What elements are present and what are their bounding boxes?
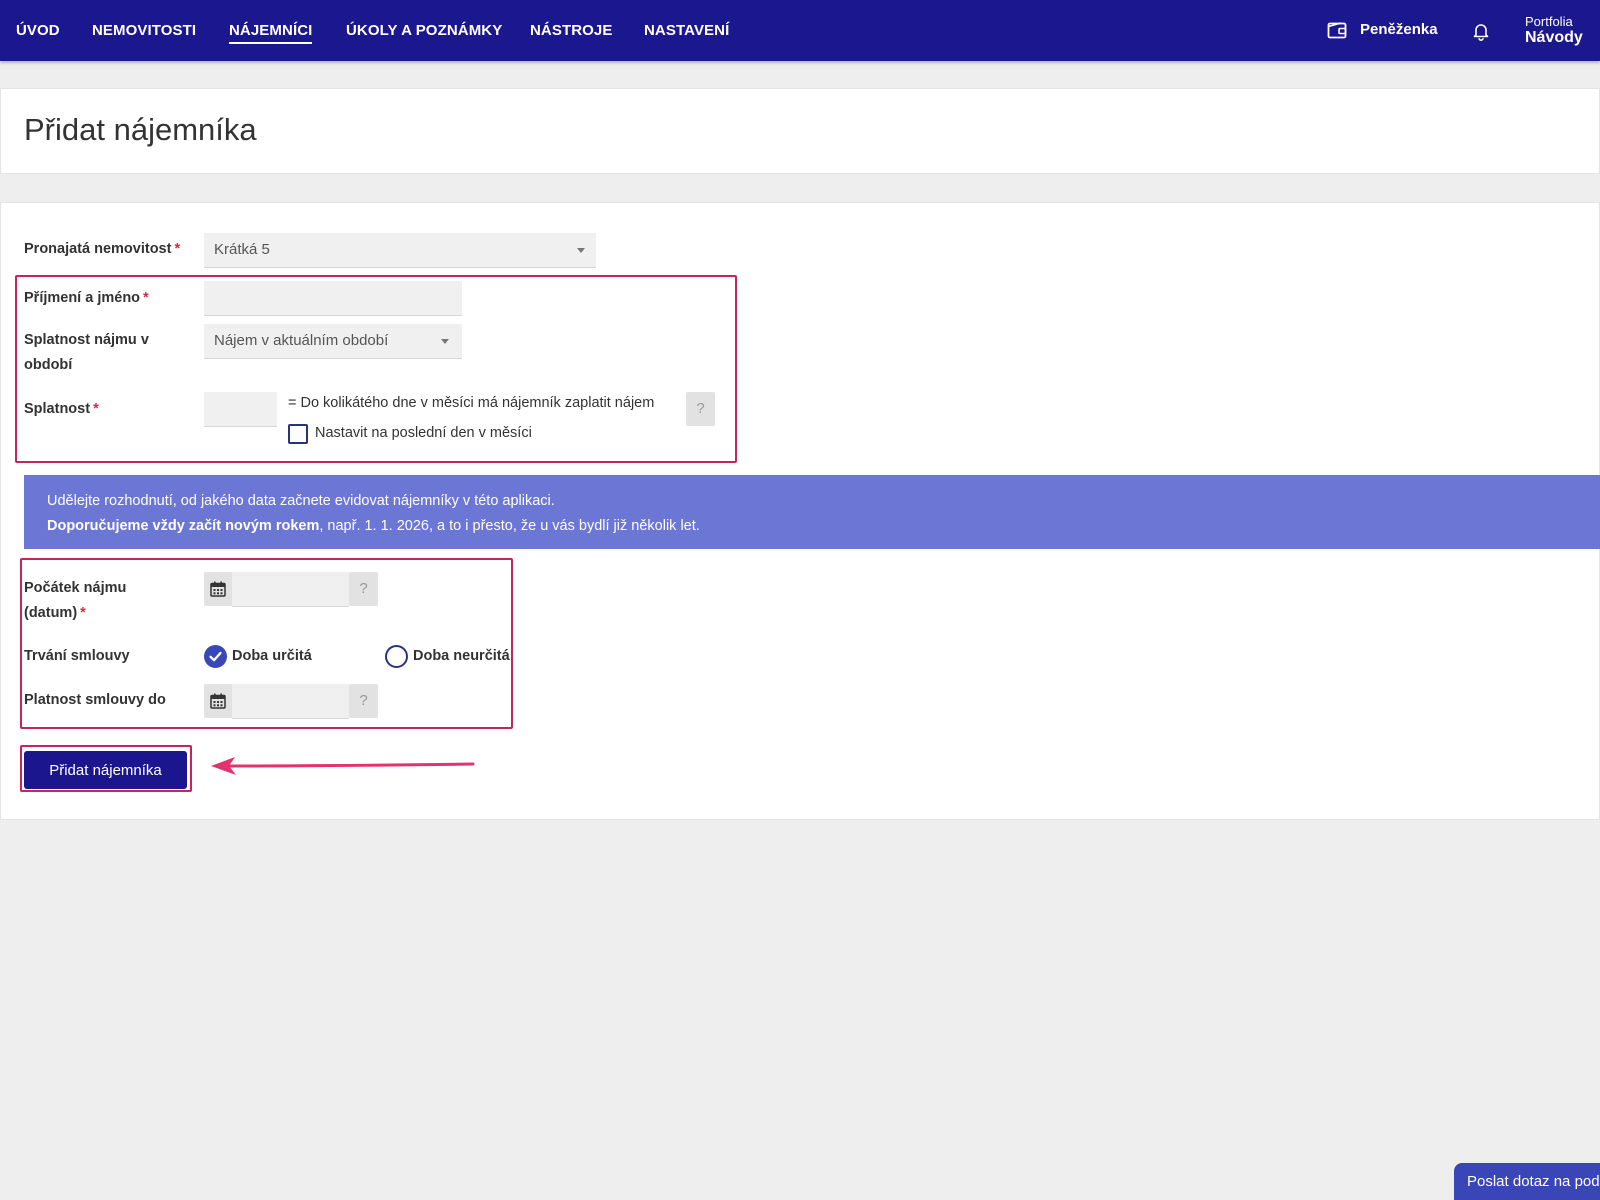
start-date-label-line1: Počátek nájmu bbox=[24, 580, 127, 596]
portfolio-caption: Portfolia bbox=[1525, 14, 1573, 29]
nav-item-nastaveni[interactable]: NASTAVENÍ bbox=[644, 22, 729, 39]
due-period-label: Splatnost nájmu v období bbox=[24, 332, 149, 373]
wallet-icon[interactable] bbox=[1327, 20, 1347, 40]
nav-item-nemovitosti[interactable]: NEMOVITOSTI bbox=[92, 22, 196, 39]
property-label-text: Pronajatá nemovitost bbox=[24, 241, 172, 257]
page-header-card: Přidat nájemníka bbox=[0, 88, 1600, 174]
valid-until-input[interactable] bbox=[232, 684, 349, 719]
name-label: Příjmení a jméno * bbox=[24, 286, 149, 311]
start-date-help-button[interactable]: ? bbox=[349, 572, 378, 606]
page-title: Přidat nájemníka bbox=[24, 112, 257, 147]
valid-until-label: Platnost smlouvy do bbox=[24, 692, 166, 708]
due-period-select-value: Nájem v aktuálním období bbox=[214, 332, 389, 349]
last-day-checkbox[interactable] bbox=[288, 424, 308, 444]
start-date-calendar-button[interactable] bbox=[204, 572, 232, 606]
required-mark: * bbox=[93, 401, 99, 417]
nav-item-najemnici[interactable]: NÁJEMNÍCI bbox=[229, 22, 313, 44]
top-navigation-bar: ÚVOD NEMOVITOSTI NÁJEMNÍCI ÚKOLY A POZNÁ… bbox=[0, 0, 1600, 61]
due-day-label: Splatnost * bbox=[24, 397, 99, 422]
due-day-input[interactable] bbox=[204, 392, 277, 427]
property-label: Pronajatá nemovitost * bbox=[24, 237, 180, 262]
portfolio-name: Návody bbox=[1525, 29, 1583, 46]
due-day-help-button[interactable]: ? bbox=[686, 392, 715, 426]
due-period-select[interactable]: Nájem v aktuálním období bbox=[204, 324, 462, 359]
due-day-label-text: Splatnost bbox=[24, 401, 91, 417]
required-mark: * bbox=[80, 605, 86, 621]
name-label-text: Příjmení a jméno bbox=[24, 290, 141, 306]
start-date-label: Počátek nájmu (datum) * bbox=[24, 576, 126, 626]
last-day-checkbox-label: Nastavit na poslední den v měsíci bbox=[315, 425, 532, 441]
calendar-icon bbox=[210, 581, 226, 597]
start-date-input[interactable] bbox=[232, 572, 349, 607]
property-select-value: Krátká 5 bbox=[214, 241, 270, 258]
info-banner-emphasis: Doporučujeme vždy začít novým rokem bbox=[47, 518, 320, 534]
due-day-hint: = Do kolikátého dne v měsíci má nájemník… bbox=[288, 395, 655, 411]
nav-item-uvod[interactable]: ÚVOD bbox=[16, 22, 60, 39]
info-banner-line1: Udělejte rozhodnutí, od jakého data začn… bbox=[47, 493, 555, 509]
wallet-link[interactable]: Peněženka bbox=[1360, 21, 1438, 38]
valid-until-calendar-button[interactable] bbox=[204, 684, 232, 718]
valid-until-help-button[interactable]: ? bbox=[349, 684, 378, 718]
radio-indefinite-term-label[interactable]: Doba neurčitá bbox=[413, 644, 510, 669]
property-select[interactable]: Krátká 5 bbox=[204, 233, 596, 268]
bell-icon[interactable] bbox=[1471, 21, 1491, 41]
portfolio-switcher[interactable]: Portfolia Návody bbox=[1525, 14, 1583, 46]
radio-fixed-term[interactable] bbox=[204, 645, 227, 668]
info-banner-line2-rest: , např. 1. 1. 2026, a to i přesto, že u … bbox=[319, 518, 700, 534]
chevron-down-icon bbox=[441, 339, 449, 344]
required-mark: * bbox=[143, 290, 149, 306]
start-date-label-line2: (datum) bbox=[24, 605, 78, 621]
contract-duration-label: Trvání smlouvy bbox=[24, 648, 130, 664]
name-input[interactable] bbox=[204, 281, 462, 316]
radio-fixed-term-label[interactable]: Doba určitá bbox=[232, 644, 312, 669]
nav-item-ukoly-a-poznamky[interactable]: ÚKOLY A POZNÁMKY bbox=[346, 22, 502, 39]
checkmark-icon bbox=[209, 651, 222, 662]
annotation-arrow bbox=[211, 757, 475, 775]
add-tenant-button[interactable]: Přidat nájemníka bbox=[24, 751, 187, 789]
send-question-button[interactable]: Poslat dotaz na pod bbox=[1454, 1163, 1600, 1200]
chevron-down-icon bbox=[577, 248, 585, 253]
calendar-icon bbox=[210, 693, 226, 709]
required-mark: * bbox=[174, 241, 181, 257]
info-banner-line2: Doporučujeme vždy začít novým rokem, nap… bbox=[47, 514, 1600, 539]
info-banner: Udělejte rozhodnutí, od jakého data začn… bbox=[24, 475, 1600, 549]
nav-item-nastroje[interactable]: NÁSTROJE bbox=[530, 22, 612, 39]
radio-indefinite-term[interactable] bbox=[385, 645, 408, 668]
